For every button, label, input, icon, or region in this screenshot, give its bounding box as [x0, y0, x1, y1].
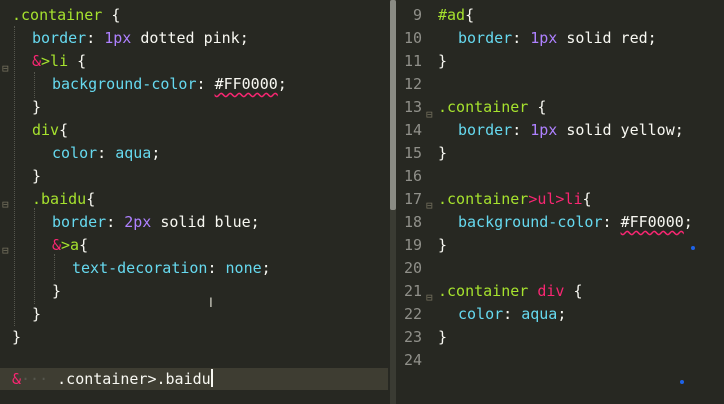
indent-guide — [34, 208, 35, 304]
code-line: .container>ul>li{ — [438, 190, 592, 208]
line-number: 23 — [403, 328, 422, 346]
code-line: border: 1px solid yellow; — [458, 121, 684, 139]
code-line: .container { — [438, 98, 547, 116]
minimap-marker — [691, 246, 695, 250]
code-line: color: aqua; — [52, 144, 161, 162]
code-line: } — [32, 305, 42, 323]
code-line: } — [438, 328, 448, 346]
scrollbar-thumb[interactable] — [390, 0, 396, 210]
code-line: background-color: #FF0000; — [52, 75, 287, 93]
line-number: 10 — [403, 29, 422, 47]
code-line: div{ — [32, 121, 69, 139]
line-number: 11 — [403, 52, 422, 70]
line-number: 21 — [403, 282, 422, 300]
line-number: 19 — [403, 236, 422, 254]
command-input-text[interactable]: &··· .container>.baidu — [12, 368, 213, 390]
right-editor-pane[interactable]: 9 10 11 12 13 14 15 16 17 18 19 20 21 22… — [398, 0, 724, 404]
code-line: } — [32, 167, 42, 185]
code-line: color: aqua; — [458, 305, 567, 323]
code-line: } — [12, 328, 22, 346]
minimap-marker — [680, 380, 684, 384]
fold-arrow-icon[interactable]: ⊟ — [2, 62, 9, 75]
line-number: 15 — [403, 144, 422, 162]
indent-guide — [54, 254, 55, 280]
code-line: .baidu{ — [32, 190, 96, 208]
indent-guide — [14, 26, 15, 326]
code-line: .container div { — [438, 282, 583, 300]
code-line: border: 1px solid red; — [458, 29, 657, 47]
line-number: 16 — [403, 167, 422, 185]
code-line: } — [438, 236, 448, 254]
code-line: #ad{ — [438, 6, 475, 24]
line-number: 18 — [403, 213, 422, 231]
code-line: background-color: #FF0000; — [458, 213, 693, 231]
fold-arrow-icon[interactable]: ⊟ — [426, 291, 433, 304]
code-line: &>a{ — [52, 236, 89, 254]
caret — [210, 369, 213, 387]
line-number: 24 — [403, 351, 422, 369]
fold-arrow-icon[interactable]: ⊟ — [2, 244, 9, 257]
code-line: text-decoration: none; — [72, 259, 271, 277]
fold-arrow-icon[interactable]: ⊟ — [426, 199, 433, 212]
code-line: border: 1px dotted pink; — [32, 29, 249, 47]
code-line: .container { — [12, 6, 121, 24]
text-cursor-icon: Ⅰ — [209, 296, 213, 311]
code-line: } — [438, 52, 448, 70]
code-line: } — [52, 282, 62, 300]
indent-guide — [34, 72, 35, 98]
code-line: } — [438, 144, 448, 162]
code-line: &>li { — [32, 52, 87, 70]
line-number: 20 — [403, 259, 422, 277]
line-number: 17 — [403, 190, 422, 208]
line-number: 9 — [412, 6, 422, 24]
line-number: 14 — [403, 121, 422, 139]
code-line: } — [32, 98, 42, 116]
left-editor-pane[interactable]: ⊟ ⊟ ⊟ .container { border: 1px dotted pi… — [0, 0, 390, 404]
line-number: 12 — [403, 75, 422, 93]
fold-arrow-icon[interactable]: ⊟ — [2, 198, 9, 211]
code-line: border: 2px solid blue; — [52, 213, 260, 231]
line-number: 22 — [403, 305, 422, 323]
fold-arrow-icon[interactable]: ⊟ — [426, 108, 433, 121]
line-number: 13 — [403, 98, 422, 116]
